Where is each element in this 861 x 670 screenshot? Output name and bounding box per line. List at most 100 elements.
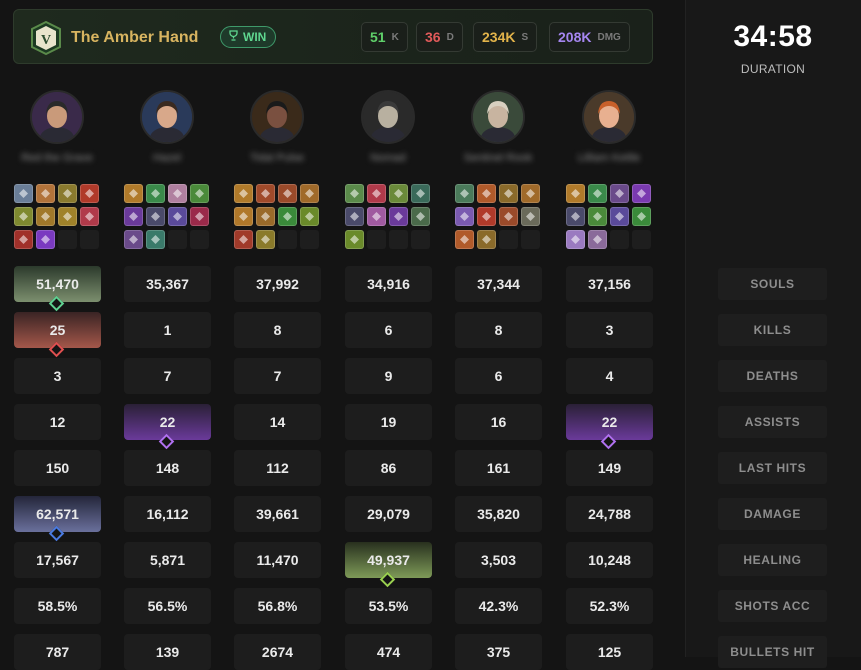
stat-value: 34,916 (367, 276, 410, 292)
item-icon[interactable] (566, 230, 585, 249)
stat-row-label[interactable]: BULLETS HIT (718, 636, 827, 668)
item-icon[interactable] (300, 207, 319, 226)
stat-row-label[interactable]: ASSISTS (718, 406, 827, 438)
player-name[interactable]: Sentinel Rook (455, 152, 541, 164)
item-icon[interactable] (588, 230, 607, 249)
item-icon[interactable] (146, 207, 165, 226)
stat-row-label[interactable]: LAST HITS (718, 452, 827, 484)
item-icon[interactable] (521, 207, 540, 226)
item-icon[interactable] (36, 184, 55, 203)
item-icon[interactable] (300, 184, 319, 203)
item-icon[interactable] (124, 207, 143, 226)
player-item-grid (455, 184, 541, 249)
hero-avatar-icon[interactable] (140, 90, 194, 144)
player-name[interactable]: Nomad (345, 152, 431, 164)
item-icon[interactable] (80, 207, 99, 226)
player-name[interactable]: Tidal Pulse (234, 152, 320, 164)
item-icon[interactable] (234, 184, 253, 203)
item-icon[interactable] (168, 207, 187, 226)
stat-cell: 37,156 (566, 266, 653, 302)
player-name[interactable]: Hazel (124, 152, 210, 164)
stat-value: 11,470 (256, 552, 299, 568)
item-icon[interactable] (80, 184, 99, 203)
stat-row-label[interactable]: KILLS (718, 314, 827, 346)
item-icon[interactable] (588, 207, 607, 226)
hero-avatar-icon[interactable] (30, 90, 84, 144)
item-icon[interactable] (256, 230, 275, 249)
item-icon[interactable] (477, 184, 496, 203)
item-icon[interactable] (190, 184, 209, 203)
item-icon[interactable] (411, 207, 430, 226)
item-icon[interactable] (566, 207, 585, 226)
item-icon[interactable] (455, 207, 474, 226)
item-icon[interactable] (146, 184, 165, 203)
item-icon[interactable] (499, 207, 518, 226)
item-icon[interactable] (278, 207, 297, 226)
item-icon[interactable] (610, 184, 629, 203)
stat-cell: 3 (566, 312, 653, 348)
item-icon[interactable] (588, 184, 607, 203)
stat-value: 29,079 (367, 506, 410, 522)
item-icon[interactable] (455, 230, 474, 249)
item-icon[interactable] (256, 207, 275, 226)
stat-value: 25 (49, 322, 66, 338)
item-icon[interactable] (14, 230, 33, 249)
team-name: The Amber Hand (71, 29, 199, 46)
item-icon[interactable] (168, 184, 187, 203)
stat-row-label[interactable]: DAMAGE (718, 498, 827, 530)
item-icon[interactable] (58, 207, 77, 226)
team-stat-value: 36 (425, 29, 441, 45)
item-icon[interactable] (345, 230, 364, 249)
item-icon[interactable] (234, 230, 253, 249)
item-icon[interactable] (632, 184, 651, 203)
item-icon[interactable] (521, 184, 540, 203)
item-icon[interactable] (477, 207, 496, 226)
item-icon[interactable] (566, 184, 585, 203)
stat-value: 22 (601, 414, 618, 430)
damage-diamond-icon (48, 525, 65, 542)
assists-diamond-icon (158, 433, 175, 450)
item-icon[interactable] (345, 207, 364, 226)
item-icon[interactable] (610, 207, 629, 226)
item-icon[interactable] (36, 207, 55, 226)
stat-value: 148 (155, 460, 180, 476)
item-icon[interactable] (234, 207, 253, 226)
item-icon[interactable] (367, 207, 386, 226)
item-icon[interactable] (499, 184, 518, 203)
hero-avatar-icon[interactable] (361, 90, 415, 144)
stat-row-label[interactable]: SHOTS ACC (718, 590, 827, 622)
item-icon[interactable] (14, 184, 33, 203)
item-icon[interactable] (367, 184, 386, 203)
item-icon[interactable] (14, 207, 33, 226)
item-icon[interactable] (389, 207, 408, 226)
item-icon[interactable] (190, 207, 209, 226)
stat-row-label[interactable]: HEALING (718, 544, 827, 576)
item-icon[interactable] (124, 230, 143, 249)
item-icon[interactable] (146, 230, 165, 249)
item-icon[interactable] (455, 184, 474, 203)
item-icon[interactable] (278, 184, 297, 203)
item-icon[interactable] (632, 207, 651, 226)
stat-cell: 4 (566, 358, 653, 394)
stat-row-label[interactable]: DEATHS (718, 360, 827, 392)
stat-value: 787 (45, 644, 70, 660)
hero-avatar-icon[interactable] (471, 90, 525, 144)
player-name[interactable]: Red the Grave (14, 152, 100, 164)
stat-row-label[interactable]: SOULS (718, 268, 827, 300)
stat-value: 56.8% (257, 598, 298, 614)
item-icon[interactable] (411, 184, 430, 203)
item-icon[interactable] (58, 184, 77, 203)
stat-cell: 161 (455, 450, 542, 486)
hero-avatar-icon[interactable] (250, 90, 304, 144)
item-icon[interactable] (256, 184, 275, 203)
item-icon[interactable] (36, 230, 55, 249)
item-icon[interactable] (477, 230, 496, 249)
item-icon[interactable] (345, 184, 364, 203)
item-icon[interactable] (124, 184, 143, 203)
item-icon[interactable] (389, 184, 408, 203)
stat-value: 112 (266, 460, 289, 476)
stat-value: 35,820 (477, 506, 520, 522)
stat-value: 39,661 (256, 506, 299, 522)
player-name[interactable]: Lilliam Kettle (566, 152, 652, 164)
hero-avatar-icon[interactable] (582, 90, 636, 144)
